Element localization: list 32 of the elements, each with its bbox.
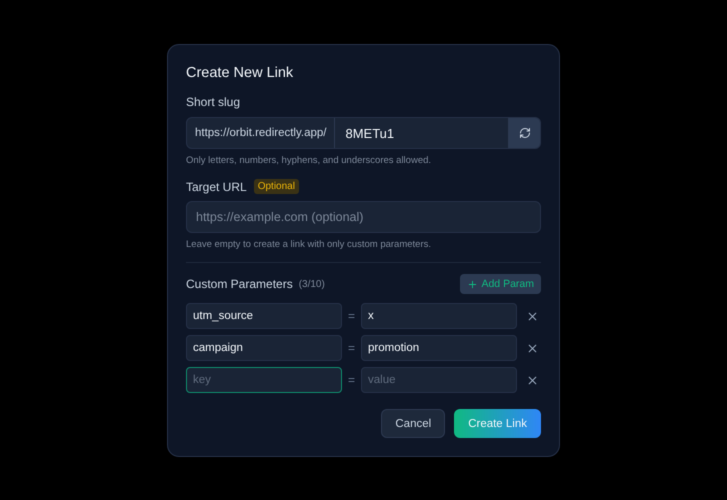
equals-sign: = — [346, 373, 356, 387]
remove-button[interactable] — [526, 374, 539, 386]
remove-button[interactable] — [526, 310, 539, 322]
param-key-field[interactable]: utm_source — [186, 303, 342, 329]
close-icon — [526, 374, 539, 386]
equals-sign: = — [346, 309, 356, 323]
optional-badge: Optional — [254, 179, 299, 194]
slug-input-group[interactable]: https://orbit.redirectly.app/ 8METu1 — [186, 117, 541, 149]
close-icon — [526, 342, 539, 354]
cancel-button[interactable]: Cancel — [381, 409, 446, 438]
param-value-field[interactable]: x — [361, 303, 517, 329]
dialog-title: Create New Link — [186, 65, 294, 81]
param-count: (3/10) — [298, 278, 325, 290]
param-key-field[interactable]: key — [186, 367, 342, 393]
param-value-field[interactable]: promotion — [361, 335, 517, 361]
slug-field[interactable]: 8METu1 — [335, 118, 508, 148]
equals-sign: = — [346, 341, 356, 355]
hint-text: Only letters, numbers, hyphens, and underscores allowed. — [186, 155, 432, 166]
param-key-field[interactable]: campaign — [186, 335, 342, 361]
param-value-field[interactable]: value — [361, 367, 517, 393]
hint-text: Leave empty to create a link with only custom parameters. — [186, 239, 432, 250]
section-label: Custom Parameters — [186, 277, 293, 291]
refresh-button[interactable] — [508, 118, 540, 148]
remove-button[interactable] — [526, 342, 539, 354]
plus-icon — [467, 278, 478, 290]
url-prefix: https://orbit.redirectly.app/ — [187, 118, 336, 148]
target-url-field[interactable]: https://example.com (optional) — [186, 201, 541, 233]
add-param-button[interactable]: Add Param — [460, 274, 541, 294]
close-icon — [526, 310, 539, 322]
refresh-icon — [518, 127, 530, 139]
field-label: Target URL — [186, 180, 247, 194]
field-label: Short slug — [186, 95, 240, 109]
